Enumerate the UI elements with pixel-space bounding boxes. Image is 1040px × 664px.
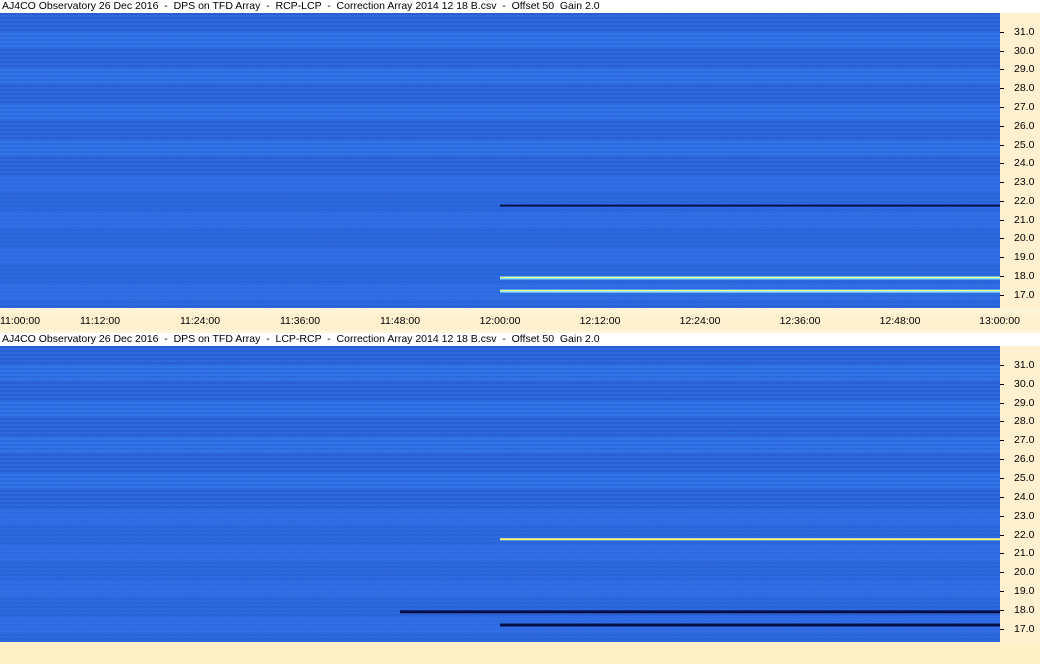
panel1-spectrogram <box>0 13 1000 308</box>
x-tick-label: 11:24:00 <box>179 315 221 327</box>
y-tick-mark <box>1000 591 1004 593</box>
x-tick-label: 11:00:00 <box>0 315 41 327</box>
y-tick-mark <box>1000 609 1004 611</box>
y-tick-mark <box>1000 50 1004 52</box>
y-tick-label: 21.0 <box>1014 547 1035 560</box>
y-tick-mark <box>1000 276 1004 278</box>
y-tick-mark <box>1000 163 1004 165</box>
y-tick-label: 17.0 <box>1014 288 1035 301</box>
y-tick-label: 19.0 <box>1014 585 1035 598</box>
y-tick-label: 18.0 <box>1014 270 1035 283</box>
y-tick-mark <box>1000 31 1004 33</box>
y-tick-mark <box>1000 440 1004 442</box>
y-tick-label: 27.0 <box>1014 100 1035 113</box>
y-tick-mark <box>1000 294 1004 296</box>
y-tick-label: 23.0 <box>1014 176 1035 189</box>
y-tick-label: 27.0 <box>1014 434 1035 447</box>
panel2-heatmap-svg <box>0 346 1000 642</box>
y-tick-mark <box>1000 421 1004 423</box>
y-tick-mark <box>1000 125 1004 127</box>
x-tick-label: 11:36:00 <box>279 315 321 327</box>
y-tick-label: 31.0 <box>1014 358 1035 371</box>
y-tick-label: 24.0 <box>1014 157 1035 170</box>
panel2-title: AJ4CO Observatory 26 Dec 2016 - DPS on T… <box>0 333 1040 346</box>
feature-bright-line <box>500 538 1000 541</box>
y-tick-label: 25.0 <box>1014 138 1035 151</box>
y-tick-mark <box>1000 459 1004 461</box>
panel2-spectrogram <box>0 346 1000 642</box>
y-tick-label: 22.0 <box>1014 194 1035 207</box>
y-tick-mark <box>1000 477 1004 479</box>
x-tick-label: 12:12:00 <box>579 315 621 327</box>
y-tick-mark <box>1000 364 1004 366</box>
y-tick-label: 28.0 <box>1014 82 1035 95</box>
x-tick-label: 12:36:00 <box>779 315 821 327</box>
feature-dark-line <box>500 204 1000 207</box>
y-tick-mark <box>1000 106 1004 108</box>
feature-highlight <box>500 290 1000 292</box>
x-tick-label: 12:48:00 <box>879 315 921 327</box>
y-tick-mark <box>1000 88 1004 90</box>
y-tick-label: 30.0 <box>1014 44 1035 57</box>
noise-layer <box>0 346 1000 642</box>
y-tick-label: 21.0 <box>1014 213 1035 226</box>
y-tick-label: 26.0 <box>1014 119 1035 132</box>
y-tick-label: 18.0 <box>1014 603 1035 616</box>
y-tick-mark <box>1000 238 1004 240</box>
y-tick-label: 20.0 <box>1014 232 1035 245</box>
y-tick-mark <box>1000 200 1004 202</box>
y-tick-mark <box>1000 402 1004 404</box>
y-tick-label: 29.0 <box>1014 63 1035 76</box>
y-tick-mark <box>1000 515 1004 517</box>
y-tick-label: 28.0 <box>1014 415 1035 428</box>
bottom-strip <box>0 642 1040 664</box>
feature-dark-band <box>400 610 1000 614</box>
x-tick-label: 11:48:00 <box>379 315 421 327</box>
panel2-frequency-axis: 31.0 30.0 29.0 28.0 27.0 26.0 25.0 24.0 23.0 22.0… <box>1000 346 1040 642</box>
y-tick-label: 23.0 <box>1014 509 1035 522</box>
panel1-heatmap-svg <box>0 13 1000 308</box>
y-tick-mark <box>1000 572 1004 574</box>
y-tick-label: 17.0 <box>1014 622 1035 635</box>
y-tick-label: 20.0 <box>1014 566 1035 579</box>
y-tick-label: 31.0 <box>1014 25 1035 38</box>
noise-layer <box>0 13 1000 308</box>
x-tick-label: 12:00:00 <box>479 315 521 327</box>
y-tick-label: 30.0 <box>1014 377 1035 390</box>
y-tick-mark <box>1000 219 1004 221</box>
y-tick-label: 19.0 <box>1014 251 1035 264</box>
y-tick-mark <box>1000 144 1004 146</box>
x-tick-label: 12:24:00 <box>679 315 721 327</box>
y-tick-mark <box>1000 383 1004 385</box>
x-tick-label: 13:00:00 <box>979 315 1020 327</box>
y-tick-label: 29.0 <box>1014 396 1035 409</box>
y-tick-mark <box>1000 553 1004 555</box>
feature-dark-band <box>500 623 1000 627</box>
y-tick-label: 26.0 <box>1014 453 1035 466</box>
y-tick-label: 25.0 <box>1014 471 1035 484</box>
panel1-frequency-axis: 31.0 30.0 29.0 28.0 27.0 26.0 25.0 24.0 23.0 22.0… <box>1000 13 1040 308</box>
x-tick-label: 11:12:00 <box>79 315 121 327</box>
y-tick-mark <box>1000 69 1004 71</box>
feature-highlight <box>500 276 1000 278</box>
panel1-title: AJ4CO Observatory 26 Dec 2016 - DPS on T… <box>0 0 1040 13</box>
y-tick-mark <box>1000 257 1004 259</box>
y-tick-mark <box>1000 534 1004 536</box>
y-tick-mark <box>1000 182 1004 184</box>
y-tick-mark <box>1000 496 1004 498</box>
y-tick-mark <box>1000 628 1004 630</box>
y-tick-label: 22.0 <box>1014 528 1035 541</box>
time-axis: 11:00:00 11:12:00 11:24:00 11:36:00 11:48:00… <box>0 313 1040 330</box>
y-tick-label: 24.0 <box>1014 490 1035 503</box>
